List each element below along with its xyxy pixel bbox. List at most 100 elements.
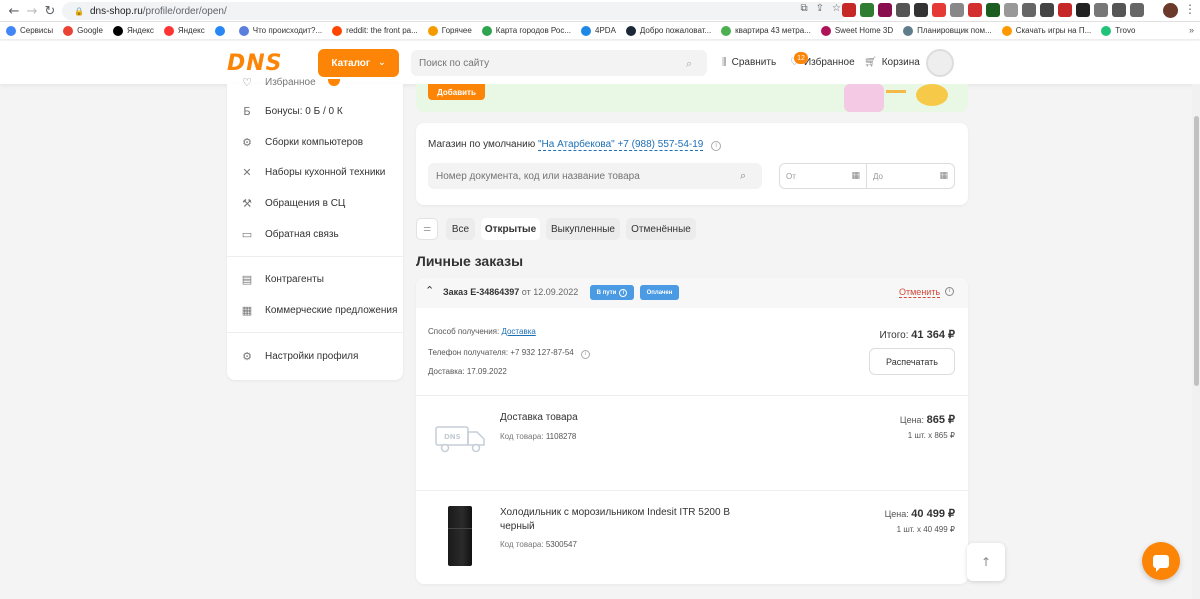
price-value: 40 499 ₽: [911, 508, 955, 520]
puzzle-icon[interactable]: [1112, 3, 1126, 17]
print-button[interactable]: Распечатать: [869, 348, 955, 375]
bookmark-item[interactable]: Что происходит?...: [238, 25, 322, 36]
extension-icon[interactable]: [986, 3, 1000, 17]
sidebar-item-kitchen-sets[interactable]: ✕ Наборы кухонной техники: [241, 166, 385, 179]
search-icon[interactable]: ⌕: [740, 169, 746, 183]
delivery-truck-image[interactable]: DNS: [434, 421, 488, 455]
sidebar-icon[interactable]: [1130, 3, 1144, 17]
extension-icon[interactable]: [878, 3, 892, 17]
extension-icon[interactable]: [1058, 3, 1072, 17]
bookmark-item[interactable]: Скачать игры на П...: [1001, 25, 1091, 36]
extension-icon[interactable]: [932, 3, 946, 17]
chevron-up-icon[interactable]: ⌃: [425, 284, 434, 297]
catalog-label: Каталог: [331, 57, 371, 69]
delivery-method-link[interactable]: Доставка: [501, 327, 535, 336]
share-icon[interactable]: ⇪: [816, 3, 824, 14]
bookmark-star-icon[interactable]: ☆: [832, 3, 841, 14]
tab-cancelled[interactable]: Отменённые: [626, 218, 696, 240]
user-avatar[interactable]: [926, 49, 954, 77]
extension-icon[interactable]: [968, 3, 982, 17]
info-icon[interactable]: i: [580, 350, 590, 359]
sidebar-item-profile-settings[interactable]: ⚙ Настройки профиля: [241, 350, 358, 363]
bookmark-item[interactable]: reddit: the front pa...: [332, 25, 418, 36]
fridge-image[interactable]: [448, 506, 472, 566]
total-label: Итого:: [879, 330, 909, 341]
forward-icon[interactable]: →: [22, 1, 42, 21]
extension-icon[interactable]: [1022, 3, 1036, 17]
info-icon[interactable]: i: [711, 141, 722, 151]
extension-icon[interactable]: [860, 3, 874, 17]
item-name[interactable]: Доставка товара: [500, 411, 740, 425]
info-icon[interactable]: i: [945, 287, 954, 296]
bookmark-item[interactable]: Горячее: [427, 25, 472, 36]
order-filter-card: Магазин по умолчанию "На Атарбекова" +7 …: [416, 123, 968, 205]
promo-illustration: [886, 90, 906, 93]
sidebar-item-pc-builds[interactable]: ⚙ Сборки компьютеров: [241, 136, 364, 149]
filter-settings-icon[interactable]: ⚌: [416, 218, 438, 240]
sidebar-item-commercial-offers[interactable]: ▦ Коммерческие предложения: [241, 304, 398, 317]
tab-purchased[interactable]: Выкупленные: [546, 218, 620, 240]
info-icon[interactable]: i: [619, 288, 628, 297]
order-search-input[interactable]: [428, 163, 762, 189]
browser-menu-icon[interactable]: ⋮: [1184, 2, 1196, 16]
bookmark-item[interactable]: [214, 25, 229, 36]
bookmark-item[interactable]: Карта городов Рос...: [481, 25, 571, 36]
tab-all[interactable]: Все: [446, 218, 475, 240]
bookmark-item[interactable]: квартира 43 метра...: [721, 25, 811, 36]
bookmark-item[interactable]: 4PDA: [581, 25, 616, 36]
sidebar-item-favorites[interactable]: ♡ Избранное: [241, 76, 340, 89]
reload-icon[interactable]: ↻: [40, 1, 60, 21]
scrollbar-thumb[interactable]: [1194, 116, 1199, 386]
compare-link[interactable]: ⫼ Сравнить: [722, 57, 776, 68]
browser-profile-avatar[interactable]: [1163, 3, 1178, 18]
scroll-to-top-button[interactable]: ↑: [967, 543, 1005, 581]
tab-open[interactable]: Открытые: [481, 218, 540, 240]
extension-icon[interactable]: [842, 3, 856, 17]
order-total: Итого: 41 364 ₽: [880, 328, 955, 341]
extension-icon[interactable]: [896, 3, 910, 17]
bookmark-item[interactable]: Google: [63, 25, 103, 36]
site-search-input[interactable]: [411, 50, 707, 76]
bookmark-favicon-icon: [427, 25, 438, 36]
extension-icon[interactable]: [1076, 3, 1090, 17]
chat-button[interactable]: [1142, 542, 1180, 580]
bonus-icon: Ƃ: [243, 104, 251, 118]
open-in-app-icon[interactable]: ⧉: [801, 3, 808, 14]
dns-logo[interactable]: DNS: [227, 51, 283, 76]
cancel-order-link[interactable]: Отменить: [899, 287, 941, 298]
order-header[interactable]: ⌃ Заказ Е-34864397 от 12.09.2022 В пути …: [416, 278, 968, 308]
extension-icon[interactable]: [1094, 3, 1108, 17]
bookmark-item[interactable]: Trovo: [1101, 25, 1135, 36]
checkmark-icon: [916, 84, 948, 106]
bookmarks-overflow-button[interactable]: »: [1189, 25, 1194, 35]
extension-icon[interactable]: [950, 3, 964, 17]
search-icon[interactable]: ⌕: [686, 57, 698, 70]
date-to-field[interactable]: До ▦: [866, 163, 955, 189]
sidebar-item-bonus[interactable]: Ƃ Бонусы: 0 Б / 0 К: [241, 104, 342, 118]
address-bar[interactable]: 🔒 dns-shop.ru/profile/order/open/ ⧉ ⇪ ☆: [62, 2, 847, 20]
date-from-field[interactable]: От ▦: [779, 163, 867, 189]
chat-icon: [1153, 554, 1169, 572]
sidebar-item-feedback[interactable]: ▭ Обратная связь: [241, 228, 339, 241]
sidebar-item-label: Контрагенты: [265, 273, 324, 285]
bookmark-item[interactable]: Планировщик пом...: [903, 25, 992, 36]
back-icon[interactable]: ←: [4, 1, 24, 21]
default-store-link[interactable]: "На Атарбекова" +7 (988) 557-54-19: [538, 139, 704, 151]
bookmark-item[interactable]: Добро пожаловат...: [625, 25, 711, 36]
cart-link[interactable]: 🛒︎ Корзина: [864, 57, 920, 68]
catalog-button[interactable]: Каталог ⌄: [318, 49, 399, 77]
site-header: DNS Каталог ⌄ ⌕ ⫼ Сравнить ♡ Избранное 1…: [0, 41, 1200, 84]
extension-icon[interactable]: [1004, 3, 1018, 17]
extension-icon[interactable]: [914, 3, 928, 17]
sidebar-item-service-requests[interactable]: ⚒ Обращения в СЦ: [241, 197, 345, 210]
sidebar-item-counterparties[interactable]: ▤ Контрагенты: [241, 273, 324, 286]
sidebar-item-label: Сборки компьютеров: [265, 136, 364, 148]
bookmark-item[interactable]: Яндекс: [163, 25, 205, 36]
bookmark-label: 4PDA: [595, 26, 616, 35]
extension-icon[interactable]: [1040, 3, 1054, 17]
promo-add-button[interactable]: Добавить: [428, 84, 485, 100]
bookmark-item[interactable]: Яндекс: [112, 25, 154, 36]
bookmark-item[interactable]: Sweet Home 3D: [820, 25, 893, 36]
item-name[interactable]: Холодильник с морозильником Indesit ITR …: [500, 506, 740, 534]
bookmark-item[interactable]: Сервисы: [6, 25, 53, 36]
